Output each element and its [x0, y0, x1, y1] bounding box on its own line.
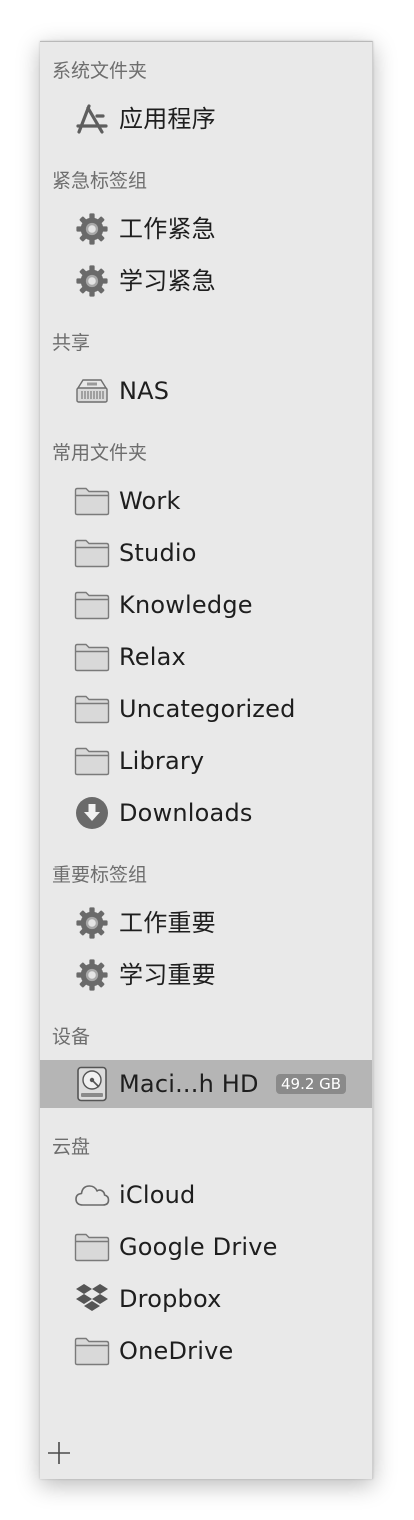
sidebar-item-label: Knowledge — [119, 591, 253, 619]
sidebar-item-label: Work — [119, 487, 181, 515]
dropbox-icon — [74, 1282, 110, 1316]
downloads-icon — [74, 796, 110, 830]
section-header-favorites: 常用文件夹 — [52, 442, 148, 464]
sidebar-item-google-drive[interactable]: Google Drive — [40, 1223, 372, 1271]
sidebar-item-library[interactable]: Library — [40, 737, 372, 785]
sidebar-item-label: NAS — [119, 377, 170, 405]
sidebar-item-study-important[interactable]: 学习重要 — [40, 951, 372, 999]
sidebar-item-label: Google Drive — [119, 1233, 278, 1261]
sidebar-item-label: 工作紧急 — [119, 215, 216, 243]
sidebar-item-downloads[interactable]: Downloads — [40, 789, 372, 837]
sidebar-item-label: Relax — [119, 643, 186, 671]
hard-drive-icon — [74, 1066, 110, 1102]
sidebar-item-label: 应用程序 — [119, 105, 216, 133]
sidebar-item-label: OneDrive — [119, 1337, 234, 1365]
folder-icon — [74, 536, 110, 570]
sidebar-item-relax[interactable]: Relax — [40, 633, 372, 681]
folder-icon — [74, 692, 110, 726]
sidebar-item-label: Studio — [119, 539, 197, 567]
sidebar-item-label: Dropbox — [119, 1285, 222, 1313]
disk-capacity-badge: 49.2 GB — [276, 1074, 347, 1094]
sidebar-item-uncategorized[interactable]: Uncategorized — [40, 685, 372, 733]
section-header-urgent: 紧急标签组 — [52, 170, 148, 192]
folder-icon — [74, 744, 110, 778]
gear-icon — [74, 958, 110, 992]
sidebar-item-nas[interactable]: NAS — [40, 367, 372, 415]
section-header-devices: 设备 — [52, 1026, 91, 1048]
sidebar-item-label: Library — [119, 747, 205, 775]
folder-icon — [74, 1230, 110, 1264]
sidebar-item-macintosh-hd[interactable]: Maci...h HD 49.2 GB — [40, 1060, 372, 1108]
folder-icon — [74, 1334, 110, 1368]
gear-icon — [74, 264, 110, 298]
applications-icon — [74, 102, 110, 136]
sidebar-item-onedrive[interactable]: OneDrive — [40, 1327, 372, 1375]
sidebar-item-label: 学习重要 — [119, 961, 216, 989]
sidebar-item-applications[interactable]: 应用程序 — [40, 95, 372, 143]
nas-server-icon — [74, 374, 110, 408]
folder-icon — [74, 640, 110, 674]
sidebar-item-study-urgent[interactable]: 学习紧急 — [40, 257, 372, 305]
sidebar-item-work-urgent[interactable]: 工作紧急 — [40, 205, 372, 253]
section-header-shared: 共享 — [52, 332, 91, 354]
sidebar-item-label: 工作重要 — [119, 909, 216, 937]
sidebar-item-dropbox[interactable]: Dropbox — [40, 1275, 372, 1323]
sidebar-item-work[interactable]: Work — [40, 477, 372, 525]
sidebar-item-label: Downloads — [119, 799, 253, 827]
sidebar-item-label: Uncategorized — [119, 695, 296, 723]
gear-icon — [74, 212, 110, 246]
sidebar-item-label: Maci...h HD — [119, 1070, 259, 1098]
sidebar-item-studio[interactable]: Studio — [40, 529, 372, 577]
section-header-important: 重要标签组 — [52, 864, 148, 886]
sidebar-item-work-important[interactable]: 工作重要 — [40, 899, 372, 947]
folder-icon — [74, 588, 110, 622]
section-header-system: 系统文件夹 — [52, 60, 148, 82]
sidebar-item-knowledge[interactable]: Knowledge — [40, 581, 372, 629]
folder-icon — [74, 484, 110, 518]
sidebar-item-icloud[interactable]: iCloud — [40, 1171, 372, 1219]
sidebar-item-label: iCloud — [119, 1181, 196, 1209]
sidebar: 系统文件夹 应用程序 紧急标签组 工作紧急 学习紧急 共享 NAS 常用文件夹 … — [40, 41, 373, 1479]
plus-icon — [46, 1442, 72, 1470]
add-location-button[interactable] — [46, 1440, 72, 1466]
section-header-cloud: 云盘 — [52, 1136, 91, 1158]
gear-icon — [74, 906, 110, 940]
sidebar-item-label: 学习紧急 — [119, 267, 216, 295]
cloud-icon — [74, 1178, 110, 1212]
